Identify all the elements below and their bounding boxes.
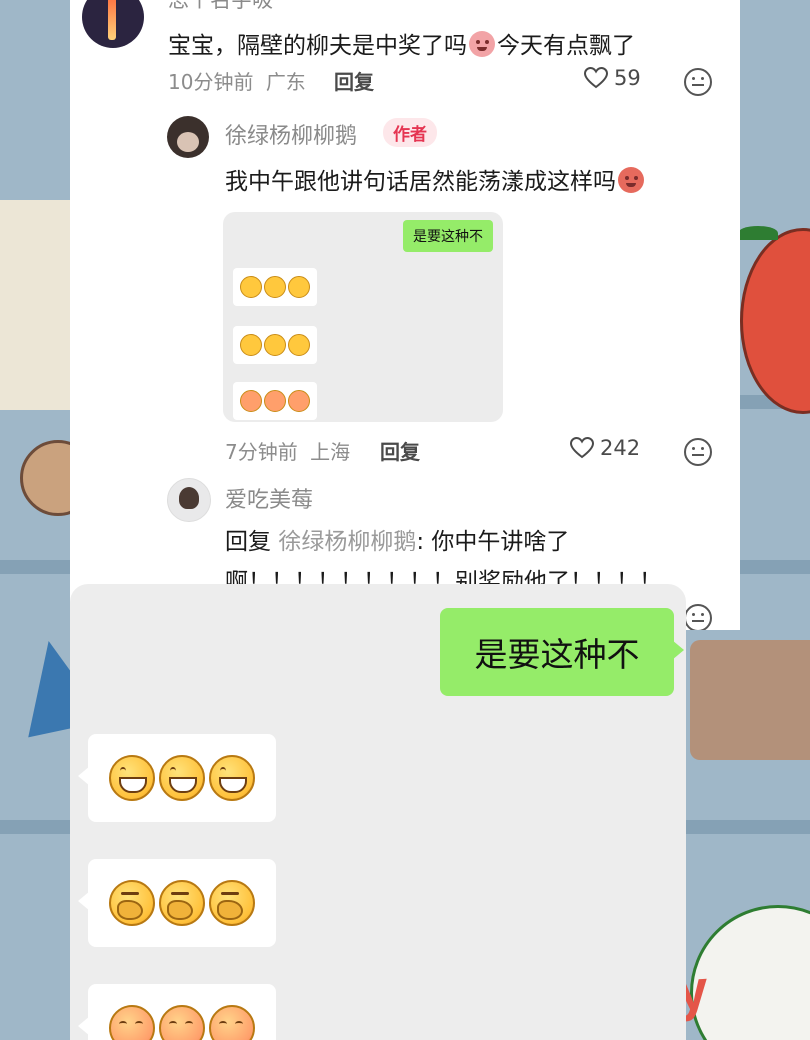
grin-emoji-icon xyxy=(209,755,255,801)
reply-button[interactable]: 回复 xyxy=(380,436,420,465)
tomato-leaf xyxy=(738,226,778,240)
shy-cover-emoji-icon xyxy=(109,880,155,926)
tomato-doodle xyxy=(740,228,810,414)
comment-meta: 10分钟前 广东 xyxy=(168,66,306,95)
heart-icon xyxy=(584,67,608,89)
like-count: 59 xyxy=(614,66,641,90)
angry-pig-emoji-icon xyxy=(618,167,644,193)
shy-cover-emoji-icon xyxy=(209,880,255,926)
pig-emoji-icon xyxy=(469,31,495,57)
emoji-reaction-icon[interactable] xyxy=(684,604,712,630)
comment-card: 思个名字吸 宝宝，隔壁的柳夫是中奖了吗 今天有点飘了 10分钟前 广东 回复 59… xyxy=(70,0,740,630)
shy-emoji-icon xyxy=(264,334,286,356)
author-avatar[interactable] xyxy=(167,116,209,158)
comment-time: 10分钟前 xyxy=(168,70,254,94)
shy-emoji-icon xyxy=(288,334,310,356)
shy-cover-emoji-icon xyxy=(159,880,205,926)
author-reply-time: 7分钟前 xyxy=(225,440,298,464)
heart-icon xyxy=(570,437,594,459)
emoji-reaction-icon[interactable] xyxy=(684,68,712,96)
green-chat-bubble: 是要这种不 xyxy=(440,608,684,696)
blush-emoji-icon xyxy=(288,390,310,412)
comment-text: 宝宝，隔壁的柳夫是中奖了吗 今天有点飘了 xyxy=(168,26,635,60)
fan-avatar[interactable] xyxy=(167,478,211,522)
emoji-reaction-icon[interactable] xyxy=(684,438,712,466)
author-reply-text-content: 我中午跟他讲句话居然能荡漾成这样吗 xyxy=(225,169,616,195)
blush-emoji-icon xyxy=(264,390,286,412)
grin-emoji-icon xyxy=(264,276,286,298)
avatar[interactable] xyxy=(82,0,144,48)
emoji-bubble-grin xyxy=(78,734,276,822)
comment-text-part1: 宝宝，隔壁的柳夫是中奖了吗 xyxy=(168,33,467,59)
author-reply-text: 我中午跟他讲句话居然能荡漾成这样吗 xyxy=(225,162,646,196)
grin-emoji-icon xyxy=(240,276,262,298)
grin-emoji-icon xyxy=(159,755,205,801)
reply-target-username[interactable]: 徐绿杨柳柳鹅 xyxy=(278,529,416,555)
paper-doodle xyxy=(0,200,70,410)
mini-green-bubble: 是要这种不 xyxy=(403,220,493,252)
like-count: 242 xyxy=(600,436,641,460)
mini-emoji-row xyxy=(233,382,317,420)
blush-squint-emoji-icon xyxy=(159,1005,205,1040)
mini-emoji-row xyxy=(233,326,317,364)
author-reply-location: 上海 xyxy=(310,440,351,464)
mini-emoji-row xyxy=(233,268,317,306)
comment-username[interactable]: 思个名字吸 xyxy=(168,0,273,14)
grin-emoji-icon xyxy=(109,755,155,801)
blush-emoji-icon xyxy=(240,390,262,412)
chat-screenshot: 是要这种不 xyxy=(70,584,686,1040)
cup-doodle xyxy=(690,640,810,760)
emoji-bubble-blush xyxy=(78,984,276,1040)
author-reply-meta: 7分钟前 上海 xyxy=(225,436,350,465)
blush-squint-emoji-icon xyxy=(209,1005,255,1040)
emoji-bubble-shy xyxy=(78,859,276,947)
like-button[interactable]: 59 xyxy=(584,66,641,90)
author-username[interactable]: 徐绿杨柳柳鹅 xyxy=(225,118,357,150)
comment-location: 广东 xyxy=(265,70,306,94)
attached-chat-screenshot[interactable]: 是要这种不 xyxy=(223,212,503,422)
grin-emoji-icon xyxy=(288,276,310,298)
fan-username[interactable]: 爱吃美莓 xyxy=(225,482,313,514)
comment-text-part2: 今天有点飘了 xyxy=(497,33,635,59)
fan-reply-line1: 回复 徐绿杨柳柳鹅: 你中午讲啥了 xyxy=(225,522,569,556)
like-button[interactable]: 242 xyxy=(570,436,640,460)
fan-reply-text: : 你中午讲啥了 xyxy=(416,529,570,555)
blush-squint-emoji-icon xyxy=(109,1005,155,1040)
reply-prefix: 回复 xyxy=(225,529,271,555)
shy-emoji-icon xyxy=(240,334,262,356)
author-badge: 作者 xyxy=(383,118,437,147)
reply-button[interactable]: 回复 xyxy=(334,66,374,95)
